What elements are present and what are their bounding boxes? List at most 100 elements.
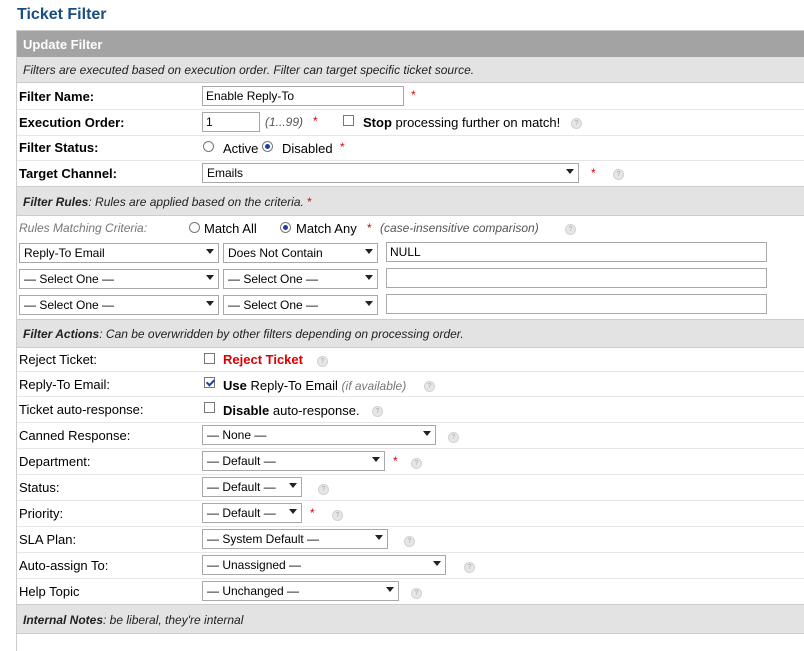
reply-to-hint: (if available) — [341, 379, 407, 393]
help-topic-value: — Unchanged — — [207, 584, 300, 598]
row-divider — [17, 526, 804, 527]
execution-order-input[interactable] — [202, 112, 260, 132]
status-disabled-label: Disabled — [282, 141, 333, 156]
auto-response-label: Ticket auto-response: — [19, 402, 144, 417]
filter-rules-note: Filter Rules: Rules are applied based on… — [23, 195, 312, 209]
internal-notes-header: Internal Notes: be liberal, they're inte… — [17, 604, 804, 634]
rule-3-field-value: — Select One — — [24, 298, 115, 312]
help-icon[interactable]: ? — [565, 224, 576, 235]
auto-assign-select[interactable]: — Unassigned — — [202, 555, 446, 575]
priority-select[interactable]: — Default — — [202, 503, 302, 523]
required-mark: * — [310, 506, 315, 520]
update-filter-header: Update Filter — [17, 31, 804, 58]
reject-ticket-checkbox[interactable] — [204, 353, 215, 364]
canned-response-select[interactable]: — None — — [202, 425, 436, 445]
stop-processing-label: Stop processing further on match! — [363, 115, 560, 130]
chevron-down-icon — [365, 249, 373, 254]
required-mark: * — [393, 454, 398, 468]
filter-actions-header: Filter Actions: Can be overwridden by ot… — [17, 319, 804, 348]
row-divider — [17, 552, 804, 553]
rule-2-field-select[interactable]: — Select One — — [19, 269, 219, 289]
stop-processing-checkbox[interactable] — [343, 115, 354, 126]
chevron-down-icon — [206, 301, 214, 306]
chevron-down-icon — [289, 509, 297, 514]
help-icon[interactable]: ? — [318, 484, 329, 495]
auto-response-checkbox[interactable] — [204, 402, 215, 413]
filter-rules-desc: : Rules are applied based on the criteri… — [88, 195, 304, 209]
sla-plan-select[interactable]: — System Default — — [202, 529, 388, 549]
help-icon[interactable]: ? — [411, 588, 422, 599]
rule-2-operator-select[interactable]: — Select One — — [223, 269, 378, 289]
required-mark: * — [411, 88, 416, 102]
row-divider — [17, 135, 804, 136]
required-mark: * — [591, 166, 596, 180]
chevron-down-icon — [423, 431, 431, 436]
help-icon[interactable]: ? — [411, 458, 422, 469]
help-topic-select[interactable]: — Unchanged — — [202, 581, 399, 601]
help-icon[interactable]: ? — [571, 118, 582, 129]
help-icon[interactable]: ? — [372, 406, 383, 417]
rule-1-field-select[interactable]: Reply-To Email — [19, 243, 219, 263]
row-divider — [17, 474, 804, 475]
help-icon[interactable]: ? — [332, 510, 343, 521]
page-title: Ticket Filter — [17, 6, 107, 23]
department-value: — Default — — [207, 454, 276, 468]
chevron-down-icon — [372, 457, 380, 462]
reject-ticket-check-label: Reject Ticket — [223, 352, 303, 367]
auto-response-rest: auto-response. — [272, 403, 360, 418]
status-select[interactable]: — Default — — [202, 477, 302, 497]
internal-notes-note: Internal Notes: be liberal, they're inte… — [23, 613, 243, 627]
reply-to-rest: Reply-To Email — [250, 378, 338, 393]
filter-rules-title: Filter Rules — [23, 195, 89, 209]
help-icon[interactable]: ? — [424, 381, 435, 392]
auto-assign-label: Auto-assign To: — [19, 558, 109, 573]
match-any-radio[interactable] — [280, 222, 291, 233]
status-disabled-radio[interactable] — [262, 141, 273, 152]
row-divider — [17, 578, 804, 579]
status-active-label: Active — [223, 141, 259, 156]
help-icon[interactable]: ? — [448, 432, 459, 443]
help-icon[interactable]: ? — [613, 169, 624, 180]
rule-1-value-input[interactable] — [386, 242, 767, 262]
reject-ticket-label: Reject Ticket: — [19, 352, 98, 367]
rule-1-operator-select[interactable]: Does Not Contain — [223, 243, 378, 263]
row-divider — [17, 371, 804, 372]
filter-rules-header: Filter Rules: Rules are applied based on… — [17, 186, 804, 216]
rule-2-value-input[interactable] — [386, 268, 767, 288]
comparison-hint: (case-insensitive comparison) — [380, 221, 539, 235]
filter-name-label: Filter Name: — [19, 89, 95, 104]
filter-status-label: Filter Status: — [19, 140, 99, 155]
status-active-radio[interactable] — [203, 141, 214, 152]
filter-name-input[interactable] — [202, 86, 404, 106]
section-note-bar: Filters are executed based on execution … — [17, 57, 804, 83]
filter-actions-title: Filter Actions — [23, 327, 100, 341]
section-note: Filters are executed based on execution … — [23, 63, 475, 77]
row-divider — [17, 422, 804, 423]
chevron-down-icon — [375, 535, 383, 540]
execution-order-range: (1...99) — [265, 115, 304, 129]
status-value: — Default — — [207, 480, 276, 494]
department-select[interactable]: — Default — — [202, 451, 385, 471]
help-icon[interactable]: ? — [464, 562, 475, 573]
required-mark: * — [313, 114, 318, 128]
target-channel-select[interactable]: Emails — [202, 163, 579, 183]
execution-order-label: Execution Order: — [19, 115, 125, 130]
row-divider — [17, 448, 804, 449]
rule-2-operator-value: — Select One — — [228, 272, 319, 286]
chevron-down-icon — [206, 275, 214, 280]
rule-3-field-select[interactable]: — Select One — — [19, 295, 219, 315]
filter-actions-note: Filter Actions: Can be overwridden by ot… — [23, 327, 464, 341]
required-mark: * — [367, 221, 372, 235]
rule-3-value-input[interactable] — [386, 294, 767, 314]
match-all-radio[interactable] — [189, 222, 200, 233]
target-channel-value: Emails — [207, 166, 244, 180]
row-divider — [17, 396, 804, 397]
match-all-label: Match All — [204, 221, 257, 236]
auto-response-check-label: Disable auto-response. — [223, 403, 360, 418]
help-icon[interactable]: ? — [317, 356, 328, 367]
rule-3-operator-select[interactable]: — Select One — — [223, 295, 378, 315]
help-icon[interactable]: ? — [404, 536, 415, 547]
match-any-label: Match Any — [296, 221, 357, 236]
sla-plan-label: SLA Plan: — [19, 532, 77, 547]
reply-to-checkbox[interactable] — [204, 377, 215, 388]
